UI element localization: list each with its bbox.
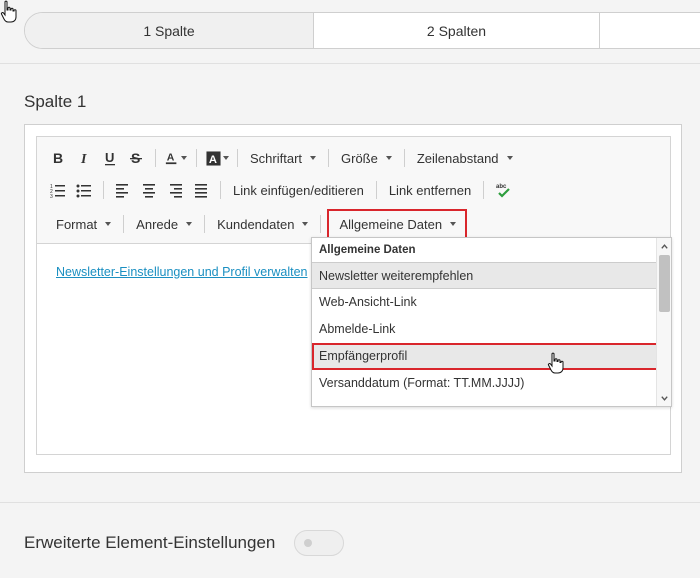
menu-scrollbar[interactable] (656, 238, 671, 406)
svg-text:A: A (167, 152, 175, 164)
bold-icon[interactable]: B (45, 146, 71, 170)
salutation-label: Anrede (136, 216, 179, 232)
svg-text:I: I (80, 152, 87, 166)
divider (0, 63, 700, 64)
salutation-dropdown[interactable]: Anrede (130, 212, 198, 236)
format-label: Format (56, 216, 98, 232)
column-layout-tabs: 1 Spalte 2 Spalten (24, 12, 700, 49)
underline-icon[interactable]: U (97, 146, 123, 170)
toolbar-row-1: B I U S A A (37, 144, 670, 172)
toolbar-separator (103, 181, 104, 199)
remove-link-button[interactable]: Link entfernen (383, 178, 477, 202)
menu-item-recipient-profile[interactable]: Empfängerprofil (312, 343, 658, 370)
rich-text-editor: B I U S A A (36, 136, 672, 455)
strikethrough-icon[interactable]: S (123, 146, 149, 170)
line-spacing-dropdown[interactable]: Zeilenabstand (411, 146, 519, 170)
toolbar-separator (155, 149, 156, 167)
italic-icon[interactable]: I (71, 146, 97, 170)
customer-data-label: Kundendaten (217, 216, 295, 232)
toolbar-row-2: 123 Link einfügen/editieren Link entfern… (37, 176, 670, 204)
menu-item-send-date[interactable]: Versanddatum (Format: TT.MM.JJJJ) (312, 370, 658, 397)
font-family-label: Schriftart (250, 150, 303, 166)
menu-item-recommend-newsletter[interactable]: Newsletter weiterempfehlen (312, 262, 658, 289)
menu-header: Allgemeine Daten (319, 243, 416, 256)
font-size-label: Größe (341, 150, 378, 166)
general-data-menu-list: Allgemeine Daten Newsletter weiterempfeh… (312, 238, 658, 397)
toolbar-separator (204, 215, 206, 233)
scroll-down-icon[interactable] (657, 391, 671, 405)
svg-text:B: B (53, 150, 63, 166)
section-title: Spalte 1 (24, 92, 87, 111)
numbered-list-icon[interactable]: 123 (45, 178, 71, 202)
hand-cursor-icon (0, 0, 17, 23)
svg-text:A: A (208, 154, 216, 166)
align-right-icon[interactable] (162, 178, 188, 202)
general-data-label: Allgemeine Daten (339, 216, 443, 232)
font-family-dropdown[interactable]: Schriftart (244, 146, 322, 170)
menu-item-unsubscribe-link[interactable]: Abmelde-Link (312, 316, 658, 343)
toolbar-separator (375, 181, 377, 199)
bullet-list-icon[interactable] (71, 178, 97, 202)
toolbar-separator (123, 215, 125, 233)
text-color-icon[interactable]: A (162, 146, 190, 170)
toggle-knob (304, 539, 312, 547)
format-dropdown[interactable]: Format (50, 212, 117, 236)
tab-2-columns[interactable]: 2 Spalten (314, 13, 600, 48)
editor-panel: B I U S A A (24, 124, 682, 473)
insert-link-button[interactable]: Link einfügen/editieren (227, 178, 370, 202)
line-spacing-label: Zeilenabstand (416, 150, 499, 166)
align-justify-icon[interactable] (188, 178, 214, 202)
svg-text:abc: abc (496, 184, 507, 190)
toolbar-separator (403, 149, 405, 167)
svg-text:U: U (105, 150, 114, 165)
extended-settings-toggle[interactable] (294, 530, 344, 556)
general-data-menu: Allgemeine Daten Newsletter weiterempfeh… (311, 237, 672, 407)
general-data-dropdown[interactable]: Allgemeine Daten (327, 209, 468, 239)
toolbar-separator (237, 149, 238, 167)
tab-1-column[interactable]: 1 Spalte (25, 13, 314, 48)
align-left-icon[interactable] (110, 178, 136, 202)
extended-settings-label: Erweiterte Element-Einstellungen (24, 533, 276, 552)
svg-text:3: 3 (50, 194, 53, 198)
newsletter-settings-link[interactable]: Newsletter-Einstellungen und Profil verw… (56, 265, 308, 279)
toolbar-separator (196, 149, 197, 167)
editor-toolbar: B I U S A A (37, 137, 670, 244)
toolbar-separator (483, 181, 485, 199)
font-size-dropdown[interactable]: Größe (335, 146, 398, 170)
divider (0, 502, 700, 503)
toolbar-row-3: Format Anrede Kundendaten Allgemeine Dat… (37, 209, 670, 239)
background-color-icon[interactable]: A (203, 146, 231, 170)
scroll-thumb[interactable] (659, 255, 670, 312)
align-center-icon[interactable] (136, 178, 162, 202)
scroll-up-icon[interactable] (657, 239, 671, 253)
menu-item-web-view-link[interactable]: Web-Ansicht-Link (312, 289, 658, 316)
tab-3-columns[interactable] (600, 13, 700, 48)
toolbar-separator (328, 149, 330, 167)
toolbar-separator (320, 215, 322, 233)
spellcheck-icon[interactable]: abc (490, 178, 516, 202)
customer-data-dropdown[interactable]: Kundendaten (211, 212, 314, 236)
toolbar-separator (220, 181, 221, 199)
pointer-hand-icon (547, 352, 564, 374)
